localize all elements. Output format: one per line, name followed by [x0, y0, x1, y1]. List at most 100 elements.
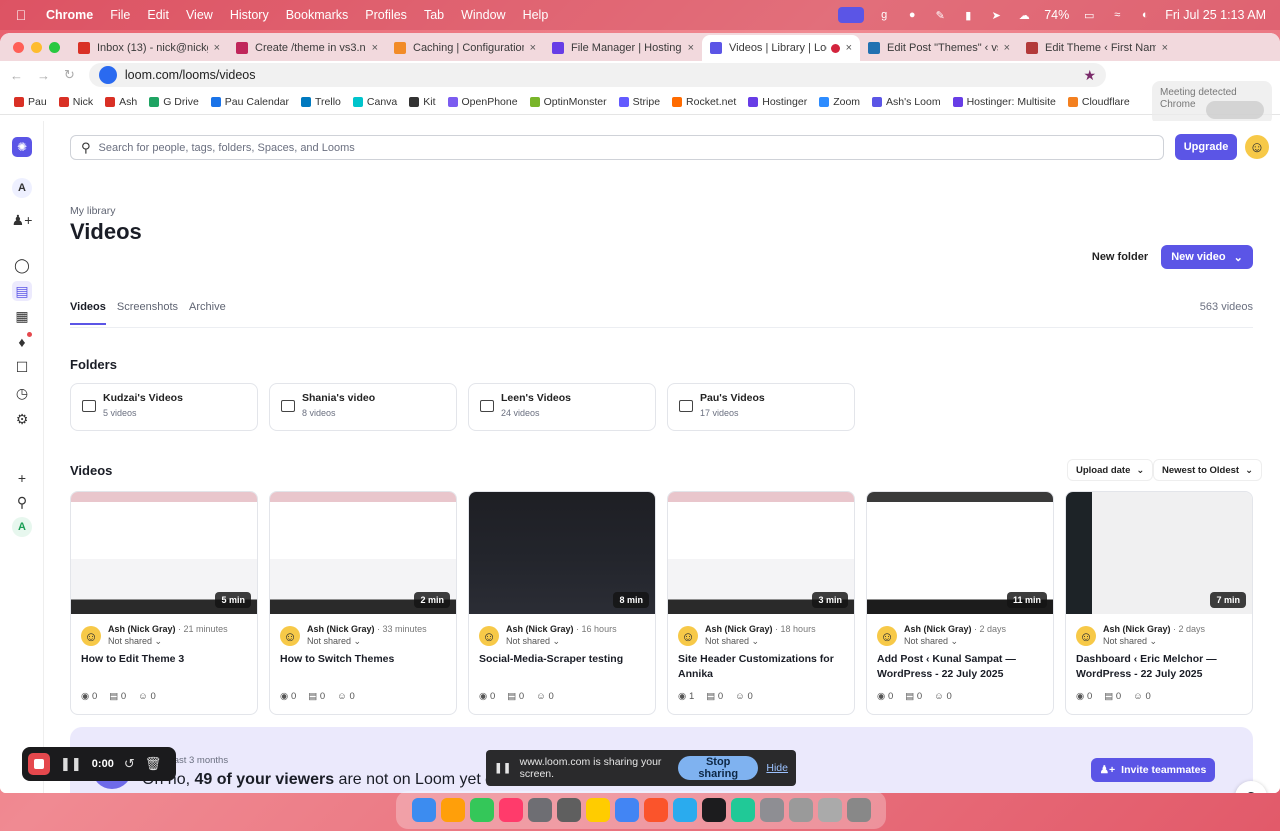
folder-card[interactable]: Pau's Videos 17 videos	[667, 383, 855, 431]
video-card[interactable]: 3 min ☺ Ash (Nick Gray) · 18 hours Not shar…	[667, 491, 855, 715]
close-tab-icon[interactable]: ×	[1004, 42, 1010, 54]
menu-help[interactable]: Help	[523, 8, 549, 22]
close-tab-icon[interactable]: ×	[846, 42, 852, 54]
pause-icon[interactable]: ❚❚	[60, 756, 82, 772]
dock-app-icon[interactable]	[440, 798, 465, 822]
dock-app-icon[interactable]	[556, 798, 581, 822]
wifi-icon[interactable]: ≈	[1109, 8, 1125, 22]
bookmark-item[interactable]: G Drive	[149, 96, 199, 108]
zoom-window-icon[interactable]	[49, 42, 60, 53]
stop-recording-button[interactable]	[28, 753, 50, 775]
circle-status-icon[interactable]: ●	[904, 8, 920, 22]
browser-tab[interactable]: Inbox (13) - nick@nickgr ×	[70, 35, 228, 61]
back-icon[interactable]: ←	[10, 68, 23, 83]
upgrade-button[interactable]: Upgrade	[1175, 134, 1237, 160]
minimize-window-icon[interactable]	[31, 42, 42, 53]
profile-icon[interactable]: ◯	[12, 255, 32, 275]
video-card[interactable]: 5 min ☺ Ash (Nick Gray) · 21 minutes Not sh…	[70, 491, 258, 715]
video-card[interactable]: 11 min ☺ Ash (Nick Gray) · 2 days Not share…	[866, 491, 1054, 715]
browser-tab[interactable]: Edit Theme ‹ First Name ×	[1018, 35, 1176, 61]
dock-app-icon[interactable]	[527, 798, 552, 822]
reload-icon[interactable]: ↻	[64, 67, 75, 83]
bookmark-item[interactable]: Hostinger	[748, 96, 807, 108]
sort-by-dropdown[interactable]: Upload date ⌄	[1067, 459, 1154, 481]
bookmark-item[interactable]: Ash's Loom	[872, 96, 941, 108]
bookmark-item[interactable]: Hostinger: Multisite	[952, 96, 1056, 108]
bookmark-item[interactable]: OpenPhone	[447, 96, 518, 108]
dock-app-icon[interactable]	[846, 798, 871, 822]
video-title[interactable]: Social-Media-Scraper testing	[479, 652, 645, 667]
close-tab-icon[interactable]: ×	[530, 42, 536, 54]
bookmark-item[interactable]: Rocket.net	[672, 96, 736, 108]
video-title[interactable]: Add Post ‹ Kunal Sampat — WordPress - 22…	[877, 652, 1043, 682]
menu-window[interactable]: Window	[461, 8, 505, 22]
video-title[interactable]: Dashboard ‹ Eric Melchor — WordPress - 2…	[1076, 652, 1242, 682]
bookmark-item[interactable]: Trello	[301, 96, 341, 108]
dock-app-icon[interactable]	[411, 798, 436, 822]
close-tab-icon[interactable]: ×	[214, 42, 220, 54]
bookmark-item[interactable]: Stripe	[618, 96, 660, 108]
dock-app-icon[interactable]	[498, 798, 523, 822]
share-status-dropdown[interactable]: Not shared ⌄	[705, 636, 846, 647]
dock-app-icon[interactable]	[701, 798, 726, 822]
notifications-icon[interactable]: ♦	[12, 332, 32, 352]
forward-icon[interactable]: →	[37, 68, 50, 83]
user-avatar[interactable]: ☺	[1245, 135, 1269, 159]
close-tab-icon[interactable]: ×	[688, 42, 694, 54]
add-person-icon[interactable]: ♟+	[12, 210, 33, 230]
dock-app-icon[interactable]	[730, 798, 755, 822]
add-workspace-icon[interactable]: +	[12, 468, 32, 488]
menu-file[interactable]: File	[110, 8, 130, 22]
menu-app-name[interactable]: Chrome	[46, 8, 93, 22]
folder-card[interactable]: Shania's video 8 videos	[269, 383, 457, 431]
share-status-dropdown[interactable]: Not shared ⌄	[307, 636, 448, 647]
browser-tab[interactable]: File Manager | Hostinger ×	[544, 35, 702, 61]
meeting-popup-button[interactable]	[1206, 101, 1264, 119]
tab-videos[interactable]: Videos	[70, 301, 106, 325]
share-status-dropdown[interactable]: Not shared ⌄	[108, 636, 249, 647]
breadcrumb[interactable]: My library	[70, 205, 116, 217]
menu-history[interactable]: History	[230, 8, 269, 22]
menu-view[interactable]: View	[186, 8, 213, 22]
video-title[interactable]: Site Header Customizations for Annika	[678, 652, 844, 682]
dock-app-icon[interactable]	[759, 798, 784, 822]
history-icon[interactable]: ◷	[12, 383, 32, 403]
settings-icon[interactable]: ⚙	[12, 409, 32, 429]
video-thumbnail[interactable]: 8 min	[469, 492, 655, 614]
control-center-icon[interactable]: ◐	[1137, 8, 1153, 22]
calendar-icon[interactable]: ▦	[12, 306, 32, 326]
browser-tab[interactable]: Videos | Library | Loom ×	[702, 35, 860, 61]
search-input[interactable]: Search for people, tags, folders, Spaces…	[99, 142, 355, 154]
video-title[interactable]: How to Switch Themes	[280, 652, 446, 667]
audio-bars-icon[interactable]: ▮	[960, 8, 976, 22]
bookmark-item[interactable]: Kit	[409, 96, 436, 108]
video-thumbnail[interactable]: 3 min	[668, 492, 854, 614]
library-icon[interactable]: ▤	[12, 281, 32, 301]
screen-record-icon[interactable]	[838, 7, 865, 23]
dock-app-icon[interactable]	[585, 798, 610, 822]
folder-card[interactable]: Leen's Videos 24 videos	[468, 383, 656, 431]
apple-icon[interactable]: 	[14, 7, 28, 23]
video-card[interactable]: 2 min ☺ Ash (Nick Gray) · 33 minutes Not sh…	[269, 491, 457, 715]
share-status-dropdown[interactable]: Not shared ⌄	[506, 636, 647, 647]
url-field[interactable]: loom.com/looms/videos ★	[88, 63, 1106, 87]
video-thumbnail[interactable]: 11 min	[867, 492, 1053, 614]
bookmark-item[interactable]: Ash	[105, 96, 137, 108]
site-info-icon[interactable]	[98, 66, 117, 84]
video-thumbnail[interactable]: 2 min	[270, 492, 456, 614]
search-rail-icon[interactable]: ⚲	[12, 492, 32, 512]
bookmark-item[interactable]: Zoom	[819, 96, 860, 108]
close-tab-icon[interactable]: ×	[1162, 42, 1168, 54]
menubar-clock[interactable]: Fri Jul 25 1:13 AM	[1165, 8, 1266, 22]
video-card[interactable]: 7 min ☺ Ash (Nick Gray) · 2 days Not shared…	[1065, 491, 1253, 715]
battery-icon[interactable]: ▭	[1081, 8, 1097, 22]
cloud-icon[interactable]: ☁	[1016, 8, 1032, 22]
trash-icon[interactable]: 🗑	[145, 756, 162, 772]
bookmark-item[interactable]: Cloudflare	[1067, 96, 1130, 108]
bookmark-item[interactable]: OptinMonster	[529, 96, 607, 108]
new-video-button[interactable]: New video ⌄	[1161, 245, 1253, 269]
dock-app-icon[interactable]	[643, 798, 668, 822]
workspace-a-icon[interactable]: A	[12, 178, 32, 198]
video-card[interactable]: 8 min ☺ Ash (Nick Gray) · 16 hours Not shar…	[468, 491, 656, 715]
loom-logo-icon[interactable]: ✺	[12, 137, 32, 157]
